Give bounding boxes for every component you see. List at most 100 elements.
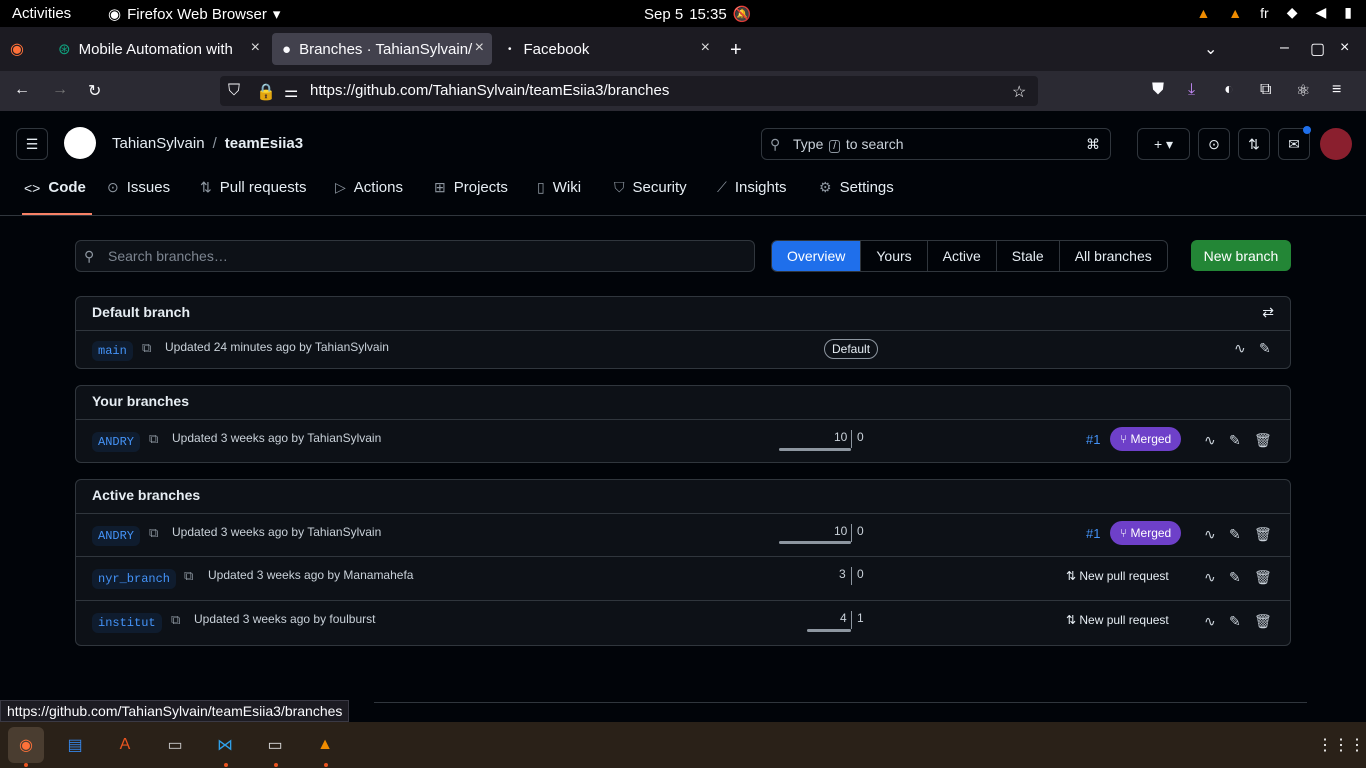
extension-icon[interactable]: ◐	[1224, 81, 1234, 99]
tab-branches[interactable]: ● Branches · TahianSylvain/ ×	[272, 33, 492, 65]
writer-dock-icon[interactable]: ▤	[60, 730, 90, 760]
filter-all-branches[interactable]: All branches	[1060, 241, 1167, 271]
vlc-tray-icon-2[interactable]: ▲	[1228, 5, 1242, 21]
download-icon[interactable]: ⤓	[1188, 81, 1195, 99]
tab-wiki[interactable]: ▯ Wiki	[537, 179, 581, 196]
global-search[interactable]: ⚲ Type / to search ⌘	[761, 128, 1111, 160]
command-palette-icon[interactable]: ⌘	[1086, 136, 1100, 153]
repo-link[interactable]: teamEsiia3	[225, 135, 303, 152]
copy-icon[interactable]: ⧉	[142, 340, 151, 356]
files-dock-icon[interactable]: ▭	[160, 730, 190, 760]
switch-default-icon[interactable]: ⇄	[1262, 304, 1274, 321]
branch-name[interactable]: nyr_branch	[92, 569, 177, 589]
vscode-dock-icon[interactable]: ⋈	[210, 730, 240, 760]
copy-icon[interactable]: ⧉	[149, 431, 158, 447]
activity-icon[interactable]: ∿	[1204, 432, 1216, 449]
back-icon[interactable]: ←	[14, 81, 30, 99]
terminal-dock-icon[interactable]: ▭	[260, 730, 290, 760]
tab-facebook[interactable]: • Facebook ×	[498, 33, 718, 65]
activity-icon[interactable]: ∿	[1204, 526, 1216, 543]
create-new-button[interactable]: + ▾	[1137, 128, 1190, 160]
keyboard-layout[interactable]: fr	[1260, 5, 1269, 21]
pencil-icon[interactable]: ✎	[1229, 432, 1241, 449]
close-tab-icon[interactable]: ×	[251, 39, 260, 57]
branch-name[interactable]: institut	[92, 613, 162, 633]
firefox-dock-icon[interactable]: ◉	[8, 727, 44, 763]
tab-settings[interactable]: ⚙ Settings	[819, 179, 894, 196]
pull-requests-icon[interactable]: ⇅	[1238, 128, 1270, 160]
tab-projects[interactable]: ⊞ Projects	[434, 179, 508, 196]
pencil-icon[interactable]: ✎	[1259, 340, 1271, 357]
app-center-dock-icon[interactable]: A	[110, 730, 140, 760]
close-window-icon[interactable]: ×	[1340, 39, 1349, 57]
branch-search-input[interactable]: ⚲ Search branches…	[75, 240, 755, 272]
vlc-dock-icon[interactable]: ▲	[310, 730, 340, 760]
trash-icon[interactable]: 🗑	[1254, 613, 1272, 630]
tab-issues[interactable]: ⊙ Issues	[107, 179, 170, 196]
owner-link[interactable]: TahianSylvain	[112, 135, 205, 152]
new-tab-icon[interactable]: +	[730, 39, 742, 62]
activity-icon[interactable]: ∿	[1234, 340, 1246, 357]
tab-actions[interactable]: ▷ Actions	[335, 179, 403, 196]
pocket-icon[interactable]: ⛊	[1152, 81, 1164, 99]
tab-list-icon[interactable]: ⌄	[1204, 39, 1217, 59]
tab-pull-requests[interactable]: ⇅ Pull requests	[200, 179, 306, 196]
tab-code[interactable]: <> Code	[24, 179, 86, 196]
permissions-icon[interactable]: ⚌	[284, 82, 298, 102]
merged-badge[interactable]: ⑂ Merged	[1110, 521, 1182, 545]
copy-icon[interactable]: ⧉	[149, 525, 158, 541]
bookmark-star-icon[interactable]: ☆	[1012, 82, 1026, 102]
merged-badge[interactable]: ⑂ Merged	[1110, 427, 1182, 451]
pencil-icon[interactable]: ✎	[1229, 526, 1241, 543]
url-text[interactable]: https://github.com/TahianSylvain/teamEsi…	[310, 82, 669, 99]
extensions-icon[interactable]: ⧉	[1260, 81, 1271, 99]
close-tab-icon[interactable]: ×	[701, 39, 710, 57]
copy-icon[interactable]: ⧉	[171, 612, 180, 628]
filter-stale[interactable]: Stale	[997, 241, 1060, 271]
shield-icon[interactable]: ⛉	[228, 82, 240, 100]
tab-mobile-automation[interactable]: ⊛ Mobile Automation with ×	[48, 33, 268, 65]
tab-insights[interactable]: ⟋ Insights	[717, 179, 787, 196]
battery-icon[interactable]: ▮	[1344, 4, 1352, 21]
volume-icon[interactable]: ◀	[1316, 4, 1327, 21]
clock[interactable]: Sep 5 15:35 🔕	[644, 5, 751, 24]
branch-name[interactable]: ANDRY	[92, 526, 141, 546]
pr-link[interactable]: #1	[1086, 526, 1100, 541]
filter-active[interactable]: Active	[928, 241, 997, 271]
minimize-icon[interactable]: –	[1280, 39, 1289, 57]
tab-security[interactable]: ⛉ Security	[614, 179, 687, 196]
activity-icon[interactable]: ∿	[1204, 613, 1216, 630]
trash-icon[interactable]: 🗑	[1254, 569, 1272, 586]
forward-icon[interactable]: →	[52, 81, 68, 99]
maximize-icon[interactable]: ▢	[1310, 39, 1325, 59]
new-branch-button[interactable]: New branch	[1191, 240, 1291, 271]
new-pull-request-button[interactable]: ⇅ New pull request	[1066, 569, 1169, 583]
pr-link[interactable]: #1	[1086, 432, 1100, 447]
app-menu[interactable]: ◉ Firefox Web Browser ▾	[108, 5, 280, 24]
trash-icon[interactable]: 🗑	[1254, 432, 1272, 449]
hamburger-menu-button[interactable]: ☰	[16, 128, 48, 160]
activities-button[interactable]: Activities	[12, 5, 71, 22]
reload-icon[interactable]: ↻	[88, 81, 101, 101]
avatar[interactable]	[1320, 128, 1352, 160]
vlc-tray-icon[interactable]: ▲	[1196, 5, 1210, 21]
react-devtools-icon[interactable]: ⚛	[1296, 81, 1310, 101]
lock-icon[interactable]: 🔒	[256, 82, 276, 102]
pencil-icon[interactable]: ✎	[1229, 613, 1241, 630]
firefox-view-icon[interactable]: ◉	[10, 39, 24, 59]
wifi-icon[interactable]: ◆	[1287, 4, 1298, 21]
menu-icon[interactable]: ≡	[1332, 81, 1341, 99]
activity-icon[interactable]: ∿	[1204, 569, 1216, 586]
github-logo[interactable]	[64, 127, 96, 159]
filter-overview[interactable]: Overview	[772, 241, 862, 271]
issues-icon[interactable]: ⊙	[1198, 128, 1230, 160]
close-tab-icon[interactable]: ×	[475, 39, 484, 57]
copy-icon[interactable]: ⧉	[184, 568, 193, 584]
url-bar[interactable]: ⛉ 🔒 ⚌ https://github.com/TahianSylvain/t…	[220, 76, 1038, 106]
filter-yours[interactable]: Yours	[861, 241, 928, 271]
pencil-icon[interactable]: ✎	[1229, 569, 1241, 586]
new-pull-request-button[interactable]: ⇅ New pull request	[1066, 613, 1169, 627]
trash-icon[interactable]: 🗑	[1254, 526, 1272, 543]
branch-name[interactable]: main	[92, 341, 133, 361]
system-tray[interactable]: ▲ ▲ fr ◆ ◀ ▮	[1196, 4, 1352, 21]
